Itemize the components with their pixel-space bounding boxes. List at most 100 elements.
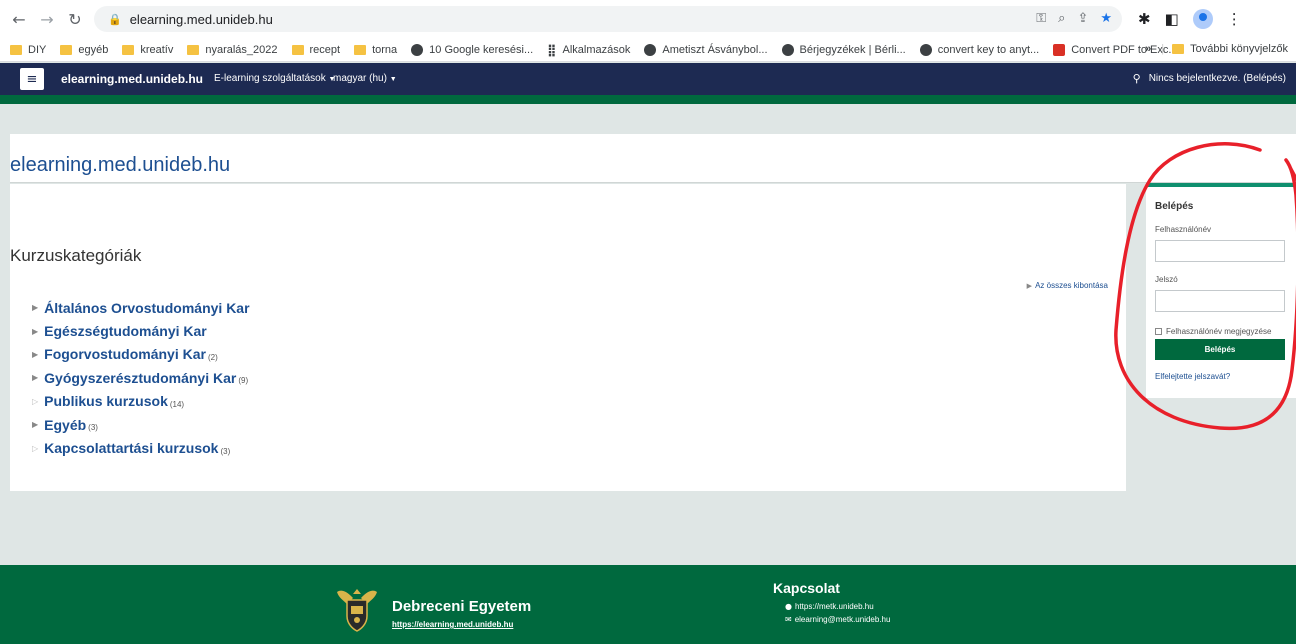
university-name: Debreceni Egyetem [392, 598, 532, 615]
search-icon[interactable]: ⚲ [1133, 72, 1141, 85]
expand-all-link[interactable]: ▶ Az összes kibontása [1027, 281, 1108, 290]
bookmark-item[interactable]: 10 Google keresési... [411, 43, 534, 56]
category-item[interactable]: ▶ Gyógyszerésztudományi Kar (9) [32, 366, 252, 389]
category-name[interactable]: Publikus kurzusok [44, 393, 168, 409]
bookmark-label: torna [372, 43, 398, 56]
expand-arrow-icon[interactable]: ▷ [32, 444, 38, 453]
expand-arrow-icon[interactable]: ▷ [32, 397, 38, 406]
category-name[interactable]: Általános Orvostudományi Kar [44, 300, 249, 316]
login-status[interactable]: Nincs bejelentkezve. (Belépés) [1149, 73, 1286, 84]
category-name[interactable]: Fogorvostudományi Kar [44, 346, 206, 362]
bookmark-item[interactable]: kreatív [122, 44, 173, 56]
accent-bar [0, 95, 1296, 104]
extensions-icon[interactable]: ✱ [1138, 10, 1151, 28]
share-icon[interactable]: ⇪ [1077, 11, 1088, 26]
bookmark-star-icon[interactable]: ★ [1100, 11, 1112, 26]
page-footer: Debreceni Egyetem https://elearning.med.… [0, 565, 1296, 644]
bookmark-item[interactable]: nyaralás_2022 [187, 43, 278, 56]
navbar-brand[interactable]: elearning.med.unideb.hu [61, 72, 203, 86]
zoom-icon[interactable]: ⌕ [1058, 11, 1065, 26]
category-heading: Kurzuskategóriák [10, 246, 142, 265]
folder-icon [291, 44, 304, 55]
address-bar[interactable]: 🔒 elearning.med.unideb.hu ⚿ ⌕ ⇪ ★ [94, 6, 1122, 32]
url-text: elearning.med.unideb.hu [129, 11, 273, 27]
bookmark-item[interactable]: torna [354, 44, 397, 56]
browser-menu-icon[interactable]: ⋮ [1227, 10, 1242, 28]
globe-icon [781, 43, 794, 56]
envelope-icon: ✉ [785, 615, 792, 624]
hamburger-menu-icon[interactable]: ≡ [20, 68, 44, 90]
expand-arrow-icon[interactable]: ▶ [32, 327, 38, 336]
category-item[interactable]: ▷ Publikus kurzusok (14) [32, 390, 252, 413]
browser-toolbar: ← → ↻ 🔒 elearning.med.unideb.hu ⚿ ⌕ ⇪ ★ … [0, 0, 1296, 38]
university-link[interactable]: https://elearning.med.unideb.hu [392, 620, 513, 629]
profile-avatar-icon[interactable] [1192, 9, 1213, 29]
category-count: (2) [207, 352, 218, 362]
category-name[interactable]: Egyéb [44, 417, 86, 433]
bookmark-label: DIY [28, 43, 47, 56]
main-content: Kurzuskategóriák ▶ Az összes kibontása ▶ Á… [10, 184, 1126, 491]
page-title: elearning.med.unideb.hu [10, 154, 231, 176]
bookmark-item[interactable]: egyéb [60, 44, 108, 56]
apps-grid-icon: ⣿ [547, 42, 557, 57]
expand-arrow-icon[interactable]: ▶ [32, 303, 38, 312]
expand-arrow-icon[interactable]: ▶ [32, 350, 38, 359]
caret-down-icon: ▼ [389, 76, 397, 83]
expand-arrow-icon[interactable]: ▶ [32, 373, 38, 382]
bookmark-item[interactable]: ⣿ Alkalmazások [547, 43, 630, 57]
site-navbar: ≡ elearning.med.unideb.hu E-learning szo… [0, 63, 1296, 95]
bookmark-label: egyéb [78, 43, 109, 56]
nav-menu-services[interactable]: E-learning szolgáltatások ▼ [214, 73, 335, 84]
category-name[interactable]: Kapcsolattartási kurzusok [44, 440, 218, 456]
contact-email[interactable]: ✉ elearning@metk.unideb.hu [785, 615, 890, 624]
contact-email-label[interactable]: elearning@metk.unideb.hu [795, 615, 891, 624]
contact-website[interactable]: ● https://metk.unideb.hu [785, 602, 874, 611]
category-count: (3) [220, 446, 231, 456]
bookmark-label: 10 Google keresési... [429, 43, 534, 56]
category-count: (14) [169, 399, 185, 409]
bookmark-item[interactable]: recept [291, 44, 340, 56]
folder-icon [122, 44, 135, 55]
category-item[interactable]: ▶ Egészségtudományi Kar [32, 319, 252, 342]
lock-icon: 🔒 [108, 12, 122, 26]
more-bookmarks-button[interactable]: » [1145, 43, 1151, 55]
bookmarks-divider: | [1161, 43, 1165, 55]
bookmark-item[interactable]: convert key to anyt... [919, 43, 1040, 56]
bookmarks-bar: DIY egyéb kreatív nyaralás_2022 recept t… [0, 38, 1296, 62]
nav-menu-language[interactable]: magyar (hu) ▼ [333, 73, 397, 84]
annotation-stroke [1114, 142, 1296, 431]
contact-heading: Kapcsolat [773, 580, 840, 596]
globe-icon [644, 43, 657, 56]
bookmark-item[interactable]: Bérjegyzékek | Bérli... [781, 43, 906, 56]
bookmark-label: convert key to anyt... [937, 43, 1040, 56]
back-icon[interactable]: ← [8, 10, 30, 29]
category-item[interactable]: ▶ Általános Orvostudományi Kar [32, 296, 252, 319]
globe-icon: ● [785, 602, 792, 611]
key-icon[interactable]: ⚿ [1036, 11, 1046, 26]
category-item[interactable]: ▷ Kapcsolattartási kurzusok (3) [32, 436, 252, 459]
contact-website-label[interactable]: https://metk.unideb.hu [795, 602, 874, 611]
folder-icon [354, 44, 367, 55]
nav-menu-label: magyar (hu) [333, 73, 387, 84]
other-bookmarks[interactable]: További könyvjelzők [1190, 43, 1288, 55]
category-item[interactable]: ▶ Egyéb (3) [32, 413, 252, 436]
category-name[interactable]: Egészségtudományi Kar [44, 323, 207, 339]
bookmark-label: nyaralás_2022 [205, 43, 278, 56]
category-count: (9) [238, 376, 249, 386]
category-name[interactable]: Gyógyszerésztudományi Kar [44, 370, 236, 386]
bookmark-item[interactable]: DIY [10, 44, 46, 56]
category-item[interactable]: ▶ Fogorvostudományi Kar (2) [32, 343, 252, 366]
folder-icon [60, 44, 73, 55]
folder-icon [1172, 44, 1185, 54]
reload-icon[interactable]: ↻ [64, 10, 86, 29]
expand-arrow-icon[interactable]: ▶ [32, 420, 38, 429]
forward-icon[interactable]: → [36, 10, 58, 29]
side-panel-icon[interactable]: ◧ [1165, 10, 1179, 28]
pdf-icon [1053, 43, 1066, 56]
bookmark-item[interactable]: Ametiszt Ásványbol... [644, 43, 768, 56]
folder-icon [187, 44, 200, 55]
category-list: ▶ Általános Orvostudományi Kar ▶ Egészségt… [32, 296, 252, 460]
university-crest-logo [337, 589, 377, 632]
folder-icon [10, 44, 22, 55]
globe-icon [411, 43, 424, 56]
